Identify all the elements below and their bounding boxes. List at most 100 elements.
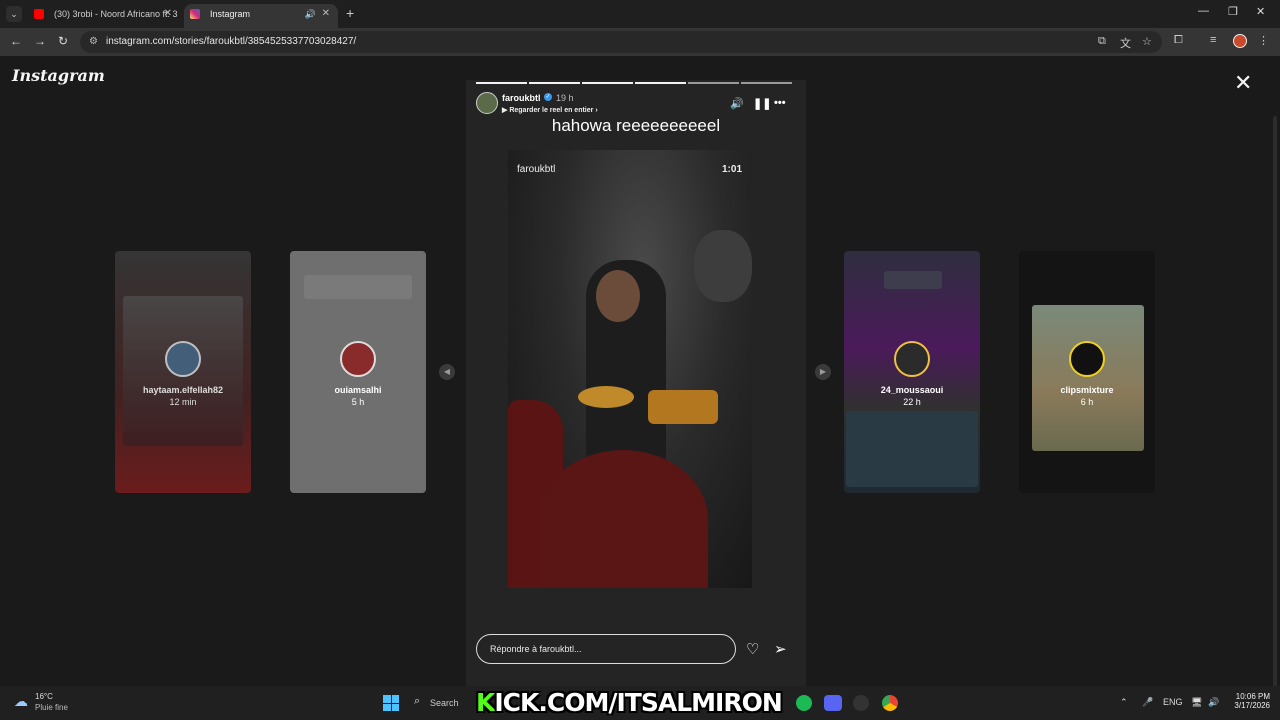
video-scene: [578, 386, 634, 408]
obs-icon[interactable]: [853, 695, 869, 711]
pause-icon[interactable]: ❚❚: [753, 97, 771, 110]
video-scene: [538, 450, 708, 588]
progress-segment: [529, 82, 580, 84]
network-icon[interactable]: 🖥: [1191, 697, 1202, 708]
taskbar-search[interactable]: ⌕ Search: [410, 693, 474, 713]
story-username: haytaam.elfellah82: [142, 385, 224, 395]
tab-youtube[interactable]: (30) 3robi - Noord Africano ft. 3 ✕: [28, 4, 180, 28]
story-thumbnail: [1032, 305, 1144, 451]
instagram-icon: [190, 9, 200, 19]
site-info-icon[interactable]: ⚙: [89, 36, 98, 47]
video-username: faroukbtl: [517, 164, 556, 175]
next-story-button[interactable]: ▶: [815, 364, 831, 380]
tray-chevron-icon[interactable]: ⌃: [1120, 697, 1128, 708]
tab-title: Instagram: [210, 9, 251, 19]
verified-icon: ✓: [544, 93, 552, 101]
avatar: [1069, 341, 1105, 377]
browser-toolbar: ← → ↻ ⚙ instagram.com/stories/faroukbtl/…: [0, 28, 1280, 56]
search-label: Search: [430, 698, 459, 708]
story-time: 5 h: [351, 397, 365, 407]
live-badge: [884, 271, 942, 289]
watch-reel-link[interactable]: ▶ Regarder le reel en entier ›: [502, 106, 598, 114]
weather-description: Pluie fine: [35, 703, 68, 712]
story-username: clipsmixture: [1060, 385, 1114, 395]
story-progress-bar: [476, 82, 792, 84]
language-indicator[interactable]: ENG: [1163, 697, 1183, 707]
minimize-button[interactable]: —: [1198, 5, 1209, 17]
video-duration: 1:01: [721, 164, 742, 175]
story-username: ouiamsalhi: [334, 385, 382, 395]
volume-icon[interactable]: 🔊: [730, 97, 744, 110]
reply-input[interactable]: Répondre à faroukbtl...: [476, 634, 736, 664]
clock-time: 10:06 PM: [1235, 692, 1270, 701]
heart-icon[interactable]: ♡: [746, 640, 759, 658]
install-icon[interactable]: ⧉: [1098, 35, 1106, 48]
progress-segment: [582, 82, 633, 84]
back-button[interactable]: ←: [10, 34, 22, 48]
close-icon[interactable]: ✕: [164, 4, 172, 24]
media-controls-icon[interactable]: ≡: [1210, 34, 1216, 46]
extensions-icon[interactable]: ⧠: [1174, 34, 1183, 47]
kick-k: K: [476, 688, 495, 717]
spotify-icon[interactable]: [796, 695, 812, 711]
windows-start-icon[interactable]: [383, 695, 399, 711]
kick-overlay-banner: KICK.COM/ITSALMIRON: [476, 688, 796, 718]
side-story-card[interactable]: clipsmixture 6 h: [1019, 251, 1155, 493]
progress-segment: [635, 82, 686, 84]
instagram-logo[interactable]: Instagram: [12, 66, 105, 85]
story-avatar[interactable]: [476, 92, 498, 114]
profile-avatar[interactable]: [1233, 34, 1247, 48]
story-viewer: Instagram ✕ haytaam.elfellah82 12 min ou…: [0, 56, 1280, 716]
forward-button[interactable]: →: [34, 34, 46, 48]
clock-date: 3/17/2026: [1234, 701, 1270, 710]
watch-reel-label: Regarder le reel en entier: [509, 107, 594, 114]
side-story-card[interactable]: haytaam.elfellah82 12 min: [115, 251, 251, 493]
url-text: instagram.com/stories/faroukbtl/38545253…: [106, 36, 357, 47]
kick-text: ICK.COM/ITSALMIRON: [494, 688, 782, 717]
menu-icon[interactable]: ⋮: [1258, 34, 1269, 47]
microphone-icon[interactable]: 🎤: [1142, 697, 1153, 708]
chrome-icon[interactable]: [882, 695, 898, 711]
tab-search-button[interactable]: ⌄: [6, 6, 22, 22]
side-story-card[interactable]: ouiamsalhi 5 h: [290, 251, 426, 493]
reply-placeholder: Répondre à faroukbtl...: [490, 644, 582, 654]
scrollbar[interactable]: [1272, 116, 1278, 716]
video-scene: [694, 230, 752, 302]
window-close-button[interactable]: ✕: [1256, 5, 1265, 18]
story-time: 19 h: [556, 93, 574, 103]
tab-title: (30) 3robi - Noord Africano ft. 3: [54, 9, 178, 19]
story-time: 22 h: [903, 397, 921, 407]
tab-instagram[interactable]: Instagram 🔊 ✕: [184, 4, 338, 28]
cloud-rain-icon[interactable]: ☁: [14, 693, 28, 710]
close-story-icon[interactable]: ✕: [1234, 70, 1252, 96]
bookmark-star-icon[interactable]: ☆: [1142, 35, 1152, 48]
new-tab-button[interactable]: +: [346, 5, 354, 21]
progress-segment: [476, 82, 527, 84]
side-story-card[interactable]: 24_moussaoui 22 h: [844, 251, 980, 493]
story-username[interactable]: faroukbtl: [502, 93, 541, 103]
send-icon[interactable]: ➢: [774, 640, 787, 658]
previous-story-button[interactable]: ◀: [439, 364, 455, 380]
browser-tab-strip: ⌄ (30) 3robi - Noord Africano ft. 3 ✕ In…: [0, 0, 1280, 28]
restore-button[interactable]: ❐: [1228, 5, 1238, 18]
translate-icon[interactable]: 文: [1120, 35, 1131, 51]
reload-button[interactable]: ↻: [58, 34, 68, 48]
progress-segment: [741, 82, 792, 84]
story-video[interactable]: faroukbtl 1:01: [508, 150, 752, 588]
speaker-icon[interactable]: 🔊: [305, 4, 316, 24]
progress-segment: [688, 82, 739, 84]
discord-icon[interactable]: [824, 695, 842, 711]
story-thumbnail: [846, 411, 978, 487]
avatar: [340, 341, 376, 377]
main-story: faroukbtl ✓ 19 h ▶ Regarder le reel en e…: [466, 80, 806, 686]
video-scene: [596, 270, 640, 322]
weather-temp: 16°C: [35, 692, 53, 701]
avatar: [894, 341, 930, 377]
more-options-icon[interactable]: •••: [774, 97, 786, 109]
avatar: [165, 341, 201, 377]
story-time: 12 min: [169, 397, 197, 407]
clock[interactable]: 10:06 PM 3/17/2026: [1218, 692, 1270, 710]
video-scene: [648, 390, 718, 424]
address-bar[interactable]: ⚙ instagram.com/stories/faroukbtl/385452…: [80, 31, 1162, 53]
close-icon[interactable]: ✕: [322, 4, 330, 24]
